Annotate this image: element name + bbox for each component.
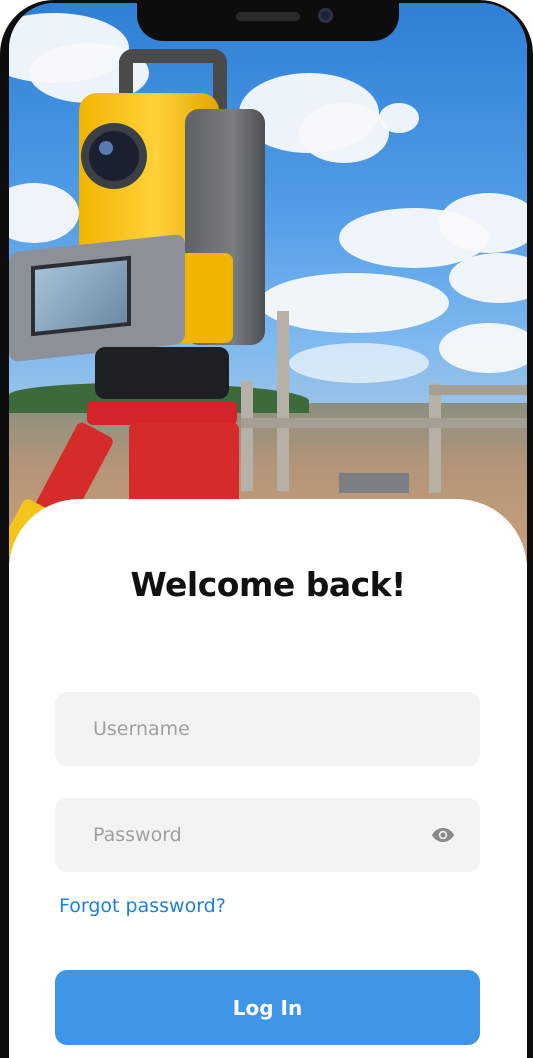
eye-icon[interactable] xyxy=(430,823,456,847)
front-camera xyxy=(318,8,333,23)
page-title: Welcome back! xyxy=(130,565,406,604)
username-input[interactable] xyxy=(55,692,480,766)
login-button[interactable]: Log In xyxy=(55,970,480,1045)
forgot-password-link[interactable]: Forgot password? xyxy=(59,895,226,917)
hero-image-surveying-instrument xyxy=(9,3,527,563)
password-input[interactable] xyxy=(55,798,480,872)
password-field[interactable] xyxy=(55,798,480,872)
speaker-grille xyxy=(236,12,300,21)
phone-frame: Welcome back! Forgot password? Log In xyxy=(0,0,533,1058)
username-field[interactable] xyxy=(55,692,480,766)
app-screen: Welcome back! Forgot password? Log In xyxy=(9,3,527,1058)
